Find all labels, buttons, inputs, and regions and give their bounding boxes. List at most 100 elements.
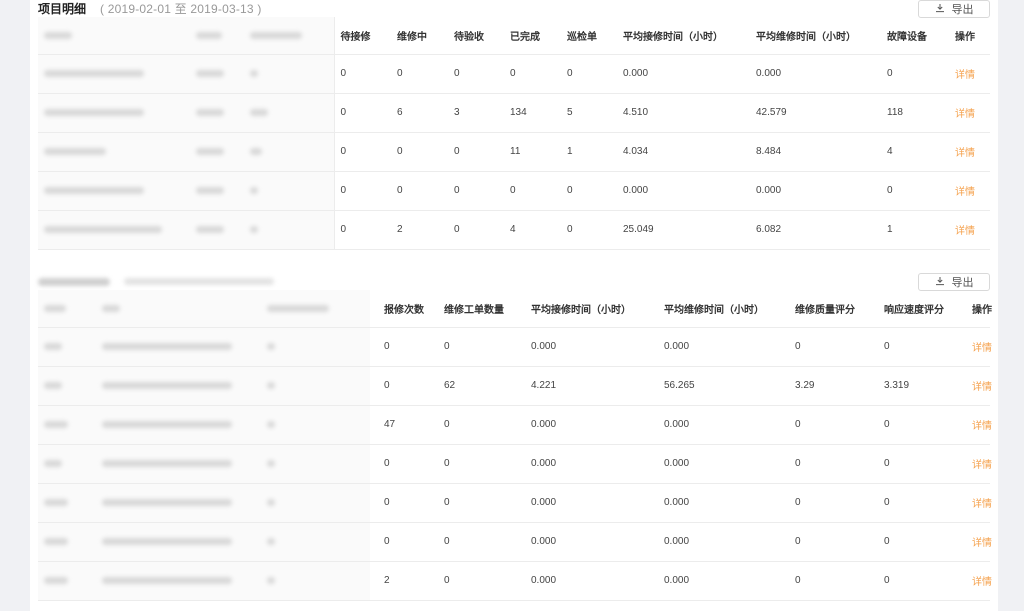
cell: 2 — [370, 561, 438, 601]
detail-link[interactable]: 详情 — [949, 210, 990, 250]
blurred-cell — [261, 561, 370, 601]
download-icon — [935, 276, 952, 289]
blurred-cell — [96, 561, 261, 601]
cell: 0.000 — [617, 54, 750, 94]
column-header[interactable]: 响应速度评分 — [878, 290, 966, 328]
export-label: 导出 — [951, 277, 974, 289]
column-header[interactable]: 平均维修时间（小时） — [658, 290, 789, 328]
detail-link[interactable]: 详情 — [966, 366, 992, 406]
export-label: 导出 — [951, 4, 974, 16]
cell: 0 — [333, 93, 391, 133]
section2-export-button[interactable]: 导出 — [918, 273, 990, 291]
cell: 0.000 — [658, 327, 789, 367]
blurred-cell — [96, 522, 261, 562]
cell: 0 — [438, 327, 525, 367]
detail-link[interactable]: 详情 — [949, 54, 990, 94]
blurred-cell — [190, 132, 244, 172]
cell: 0 — [789, 327, 878, 367]
detail-link[interactable]: 详情 — [949, 93, 990, 133]
blurred-section2-title — [38, 277, 110, 286]
detail-link[interactable]: 详情 — [949, 132, 990, 172]
blurred-cell — [38, 132, 190, 172]
cell: 11 — [504, 132, 561, 172]
cell: 0.000 — [525, 561, 658, 601]
cell: 5 — [561, 93, 617, 133]
blurred-cell — [38, 444, 96, 484]
cell: 0.000 — [658, 405, 789, 445]
column-header[interactable]: 巡检单 — [561, 17, 617, 55]
blurred-header — [96, 290, 261, 328]
table-row: 0 62 4.221 56.265 3.29 3.319 详情 — [38, 366, 992, 406]
column-header: 操作 — [966, 290, 992, 328]
cell: 0 — [448, 210, 504, 250]
section1-export-button[interactable]: 导出 — [918, 0, 990, 18]
blurred-cell — [190, 54, 244, 94]
cell: 1 — [561, 132, 617, 172]
blurred-cell — [190, 93, 244, 133]
cell: 3.319 — [878, 366, 966, 406]
detail-link[interactable]: 详情 — [966, 522, 992, 562]
cell: 0 — [370, 522, 438, 562]
cell: 0 — [333, 54, 391, 94]
column-header[interactable]: 平均维修时间（小时） — [750, 17, 881, 55]
detail-link[interactable]: 详情 — [966, 327, 992, 367]
table-row: 0 0 0.000 0.000 0 0 详情 — [38, 522, 992, 562]
cell: 0 — [878, 405, 966, 445]
blurred-cell — [38, 561, 96, 601]
blurred-cell — [190, 171, 244, 211]
cell: 0 — [333, 171, 391, 211]
blurred-cell — [96, 483, 261, 523]
cell: 0 — [448, 132, 504, 172]
column-header[interactable]: 维修工单数量 — [438, 290, 525, 328]
cell: 0 — [561, 210, 617, 250]
cell: 8.484 — [750, 132, 881, 172]
cell: 2 — [391, 210, 448, 250]
cell: 0 — [438, 561, 525, 601]
cell: 4.221 — [525, 366, 658, 406]
blurred-cell — [38, 522, 96, 562]
blurred-cell — [96, 405, 261, 445]
column-header[interactable]: 待验收 — [448, 17, 504, 55]
blurred-cell — [96, 327, 261, 367]
cell: 6 — [391, 93, 448, 133]
cell: 0 — [561, 171, 617, 211]
cell: 0.000 — [750, 171, 881, 211]
table-row: 0 0 0 0 0 0.000 0.000 0 详情 — [38, 171, 990, 211]
column-header[interactable]: 维修中 — [391, 17, 448, 55]
section2-header — [38, 273, 274, 290]
blurred-header — [244, 17, 334, 55]
column-header[interactable]: 待接修 — [333, 17, 391, 55]
column-header: 操作 — [949, 17, 990, 55]
detail-link[interactable]: 详情 — [949, 171, 990, 211]
column-header[interactable]: 故障设备 — [881, 17, 949, 55]
column-header[interactable]: 平均接修时间（小时） — [525, 290, 658, 328]
cell: 0 — [438, 444, 525, 484]
detail-link[interactable]: 详情 — [966, 561, 992, 601]
column-header[interactable]: 报修次数 — [370, 290, 438, 328]
table-row: 2 0 0.000 0.000 0 0 详情 — [38, 561, 992, 601]
cell: 3.29 — [789, 366, 878, 406]
detail-link[interactable]: 详情 — [966, 444, 992, 484]
cell: 0 — [878, 561, 966, 601]
blurred-cell — [96, 444, 261, 484]
column-header[interactable]: 平均接修时间（小时） — [617, 17, 750, 55]
detail-link[interactable]: 详情 — [966, 483, 992, 523]
blurred-cell — [261, 444, 370, 484]
cell: 0.000 — [750, 54, 881, 94]
detail-link[interactable]: 详情 — [966, 405, 992, 445]
column-header[interactable]: 已完成 — [504, 17, 561, 55]
column-header[interactable]: 维修质量评分 — [789, 290, 878, 328]
cell: 0 — [438, 483, 525, 523]
table-header-row: 待接修 维修中 待验收 已完成 巡检单 平均接修时间（小时） 平均维修时间（小时… — [38, 17, 990, 55]
blurred-cell — [244, 171, 334, 211]
cell: 0 — [370, 444, 438, 484]
cell: 1 — [881, 210, 949, 250]
cell: 3 — [448, 93, 504, 133]
cell: 0 — [448, 171, 504, 211]
table-row: 0 0 0.000 0.000 0 0 详情 — [38, 327, 992, 367]
table-row: 0 0 0.000 0.000 0 0 详情 — [38, 483, 992, 523]
cell: 0.000 — [525, 522, 658, 562]
blurred-header — [190, 17, 244, 55]
blurred-cell — [38, 210, 190, 250]
blurred-cell — [261, 483, 370, 523]
